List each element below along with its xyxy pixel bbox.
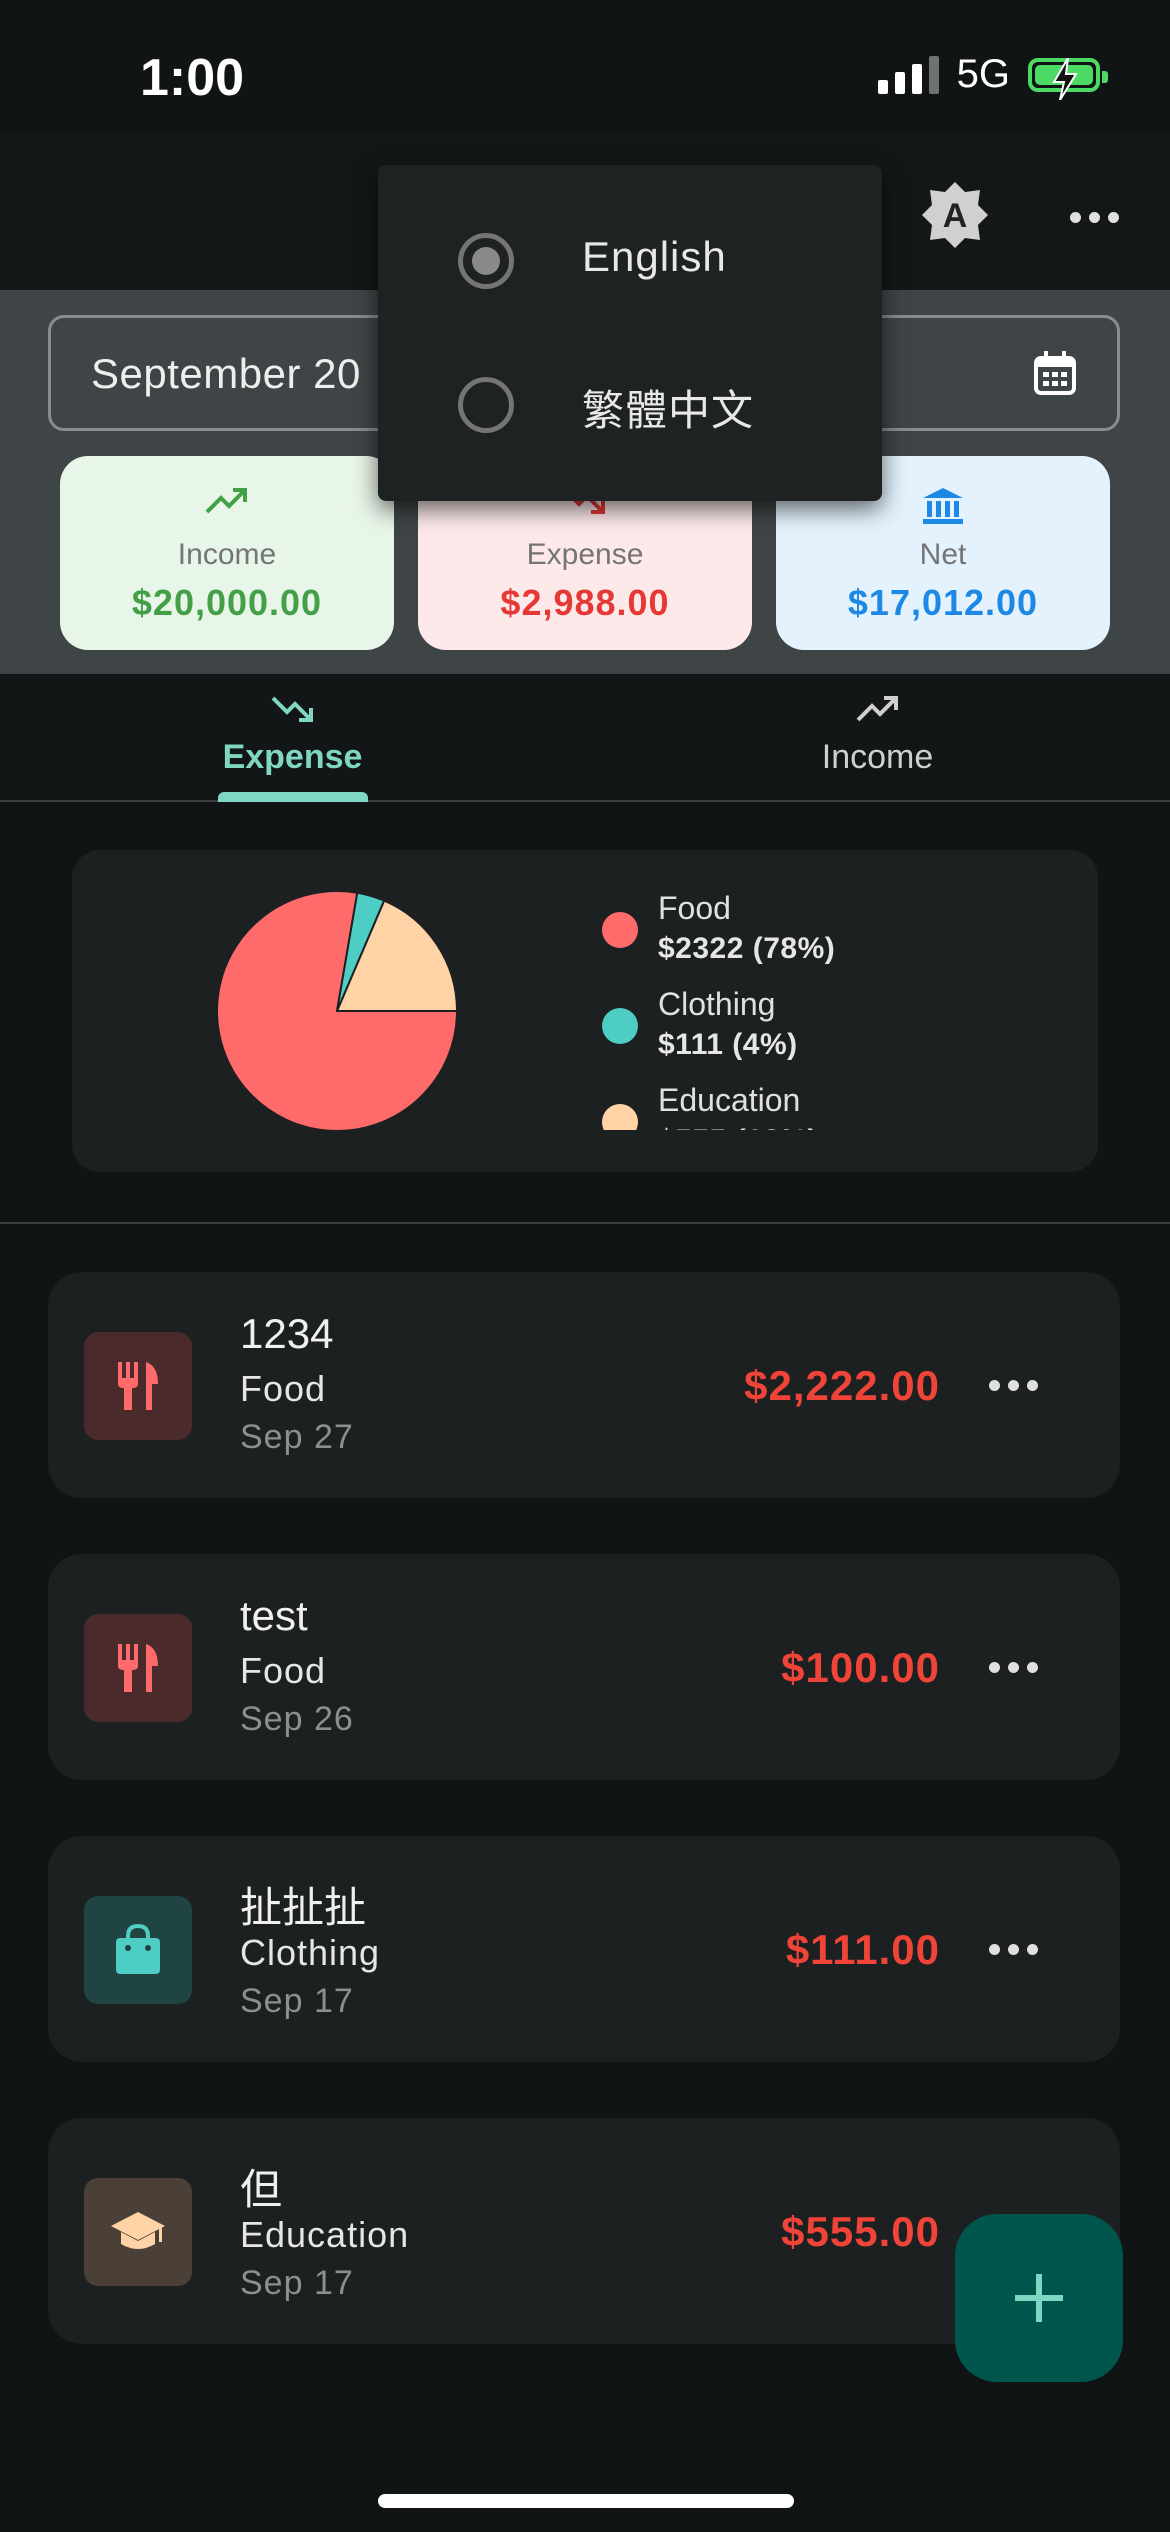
legend-color-dot [602,1008,638,1044]
net-label: Net [919,538,967,571]
type-tabs: Expense Income [0,674,1170,802]
signal-icon [877,55,939,94]
legend-color-dot [602,1104,638,1130]
chart-legend[interactable]: Food $2322 (78%) Clothing $111 (4%) Educatio… [602,890,1002,1130]
transaction-date: Sep 17 [240,2264,354,2302]
tab-expense-label: Expense [222,738,363,776]
more-options-icon[interactable] [1070,192,1130,242]
transaction-more-icon[interactable] [989,1662,1038,1673]
transaction-title: test [240,1592,308,1639]
transaction-title: 1234 [240,1310,334,1357]
transaction-category: Clothing [240,1932,381,1973]
net-value: $17,012.00 [847,582,1039,623]
legend-value: $111 (4%) [658,1028,798,1061]
battery-icon [1028,57,1108,100]
expense-chart-card: Food $2322 (78%) Clothing $111 (4%) Educatio… [72,850,1098,1172]
theme-toggle-button[interactable]: A [920,180,990,250]
legend-value: $555 (18%) [658,1124,818,1130]
calendar-icon[interactable] [1033,350,1077,401]
theme-icon-letter: A [943,197,968,235]
transaction-date: Sep 26 [240,1700,354,1738]
transaction-item[interactable]: 扯扯扯 Clothing Sep 17 $111.00 [48,1836,1120,2062]
status-icons: 5G [877,52,1108,100]
auto-theme-icon: A [922,182,988,248]
transaction-date: Sep 17 [240,1982,354,2020]
legend-label: Food [658,890,731,926]
radio-selected-icon[interactable] [458,233,514,289]
tab-expense[interactable]: Expense [0,674,585,800]
utensils-icon [84,1614,192,1722]
transaction-title: 扯扯扯 [240,1884,367,1931]
income-value: $20,000.00 [131,582,323,623]
home-indicator [378,2494,794,2508]
transaction-category: Food [240,1368,327,1409]
transaction-amount: $100.00 [781,1644,940,1691]
legend-label: Clothing [658,986,776,1022]
trending-up-icon [585,694,1170,730]
plus-icon [1015,2274,1063,2322]
transaction-item[interactable]: 1234 Food Sep 27 $2,222.00 [48,1272,1120,1498]
income-label: Income [177,538,277,571]
graduation-cap-icon [84,2178,192,2286]
tab-income[interactable]: Income [585,674,1170,800]
legend-item: Clothing $111 (4%) [602,986,1002,1082]
language-option-chinese[interactable]: 繁體中文 [378,333,882,477]
radio-unselected-icon[interactable] [458,377,514,433]
section-divider [0,1222,1170,1224]
income-summary-card: Income $20,000.00 [60,456,394,650]
transaction-category: Food [240,1650,327,1691]
transaction-item[interactable]: test Food Sep 26 $100.00 [48,1554,1120,1780]
network-label: 5G [956,52,1010,96]
legend-value: $2322 (78%) [658,932,836,965]
expense-pie-chart [216,890,459,1132]
transaction-date: Sep 27 [240,1418,354,1456]
month-field-value: September 20 [91,350,361,397]
transaction-category: Education [240,2214,410,2255]
trending-up-icon [60,486,394,526]
expense-label: Expense [526,538,644,571]
language-option-english[interactable]: English [378,189,882,333]
trending-down-icon [0,694,585,730]
add-transaction-button[interactable] [955,2214,1123,2382]
legend-item: Food $2322 (78%) [602,890,1002,986]
transaction-amount: $555.00 [781,2208,940,2255]
tab-income-label: Income [821,738,934,776]
legend-color-dot [602,912,638,948]
transaction-more-icon[interactable] [989,1380,1038,1391]
tab-indicator [218,792,368,802]
transaction-more-icon[interactable] [989,1944,1038,1955]
utensils-icon [84,1332,192,1440]
expense-value: $2,988.00 [500,582,670,623]
transaction-amount: $111.00 [785,1926,940,1973]
status-time: 1:00 [140,49,245,107]
legend-item: Education $555 (18%) [602,1082,1002,1130]
transaction-title: 但 [240,2166,283,2213]
transaction-amount: $2,222.00 [744,1362,940,1409]
legend-label: Education [658,1082,801,1118]
language-option-label: English [582,233,727,280]
language-menu: English 繁體中文 [378,165,882,501]
language-option-label: 繁體中文 [582,387,755,434]
shopping-bag-icon [84,1896,192,2004]
